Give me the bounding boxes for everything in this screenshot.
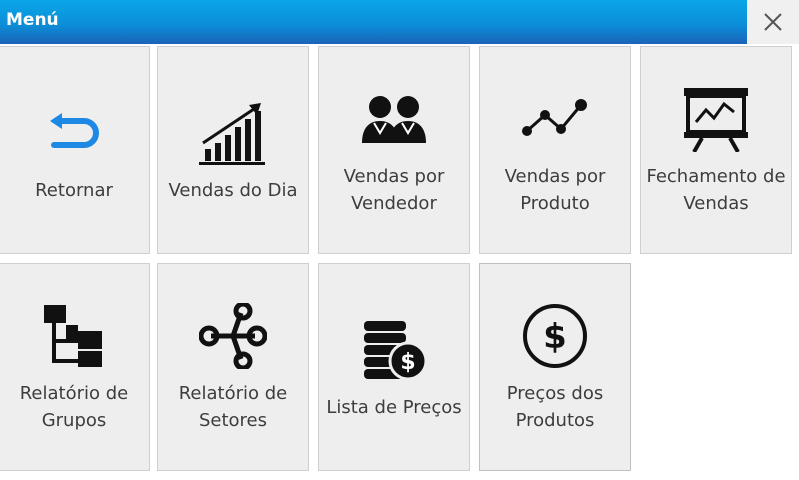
menu-item-vendas-do-dia[interactable]: Vendas do Dia: [157, 46, 309, 254]
close-icon: [764, 13, 782, 31]
menu-item-precos-dos-produtos[interactable]: $ Preços dos Produtos: [479, 263, 631, 471]
bar-chart-icon: [197, 97, 269, 169]
svg-text:$: $: [400, 350, 415, 375]
dollar-circle-icon: $: [519, 300, 591, 372]
menu-item-vendas-por-produto[interactable]: Vendas por Produto: [479, 46, 631, 254]
users-icon: [358, 83, 430, 155]
menu-item-label: Retornar: [35, 179, 113, 201]
return-arrow-icon: [38, 97, 110, 169]
menu-item-label: Vendas por Produto: [504, 166, 606, 214]
menu-item-label: Preços dos Produtos: [506, 383, 604, 431]
share-nodes-icon: [197, 300, 269, 372]
menu-item-label: Relatório de Setores: [178, 383, 288, 431]
svg-text:$: $: [543, 317, 567, 357]
window-title: Menú: [6, 10, 59, 30]
menu-item-label: Vendas do Dia: [168, 179, 298, 201]
presentation-chart-icon: [680, 83, 752, 155]
menu-item-lista-de-precos[interactable]: $ Lista de Preços: [318, 263, 470, 471]
tree-hierarchy-icon: [38, 300, 110, 372]
menu-item-retornar[interactable]: Retornar: [0, 46, 150, 254]
menu-item-label: Lista de Preços: [326, 396, 462, 418]
menu-item-label: Relatório de Grupos: [19, 383, 129, 431]
menu-item-relatorio-de-setores[interactable]: Relatório de Setores: [157, 263, 309, 471]
close-button[interactable]: [747, 0, 799, 44]
coins-dollar-icon: $: [358, 314, 430, 386]
menu-item-relatorio-de-grupos[interactable]: Relatório de Grupos: [0, 263, 150, 471]
menu-item-vendas-por-vendedor[interactable]: Vendas por Vendedor: [318, 46, 470, 254]
menu-item-label: Vendas por Vendedor: [343, 166, 445, 214]
title-bar: Menú: [0, 0, 747, 44]
menu-item-label: Fechamento de Vendas: [646, 166, 786, 214]
line-graph-icon: [519, 83, 591, 155]
menu-item-fechamento-de-vendas[interactable]: Fechamento de Vendas: [640, 46, 792, 254]
